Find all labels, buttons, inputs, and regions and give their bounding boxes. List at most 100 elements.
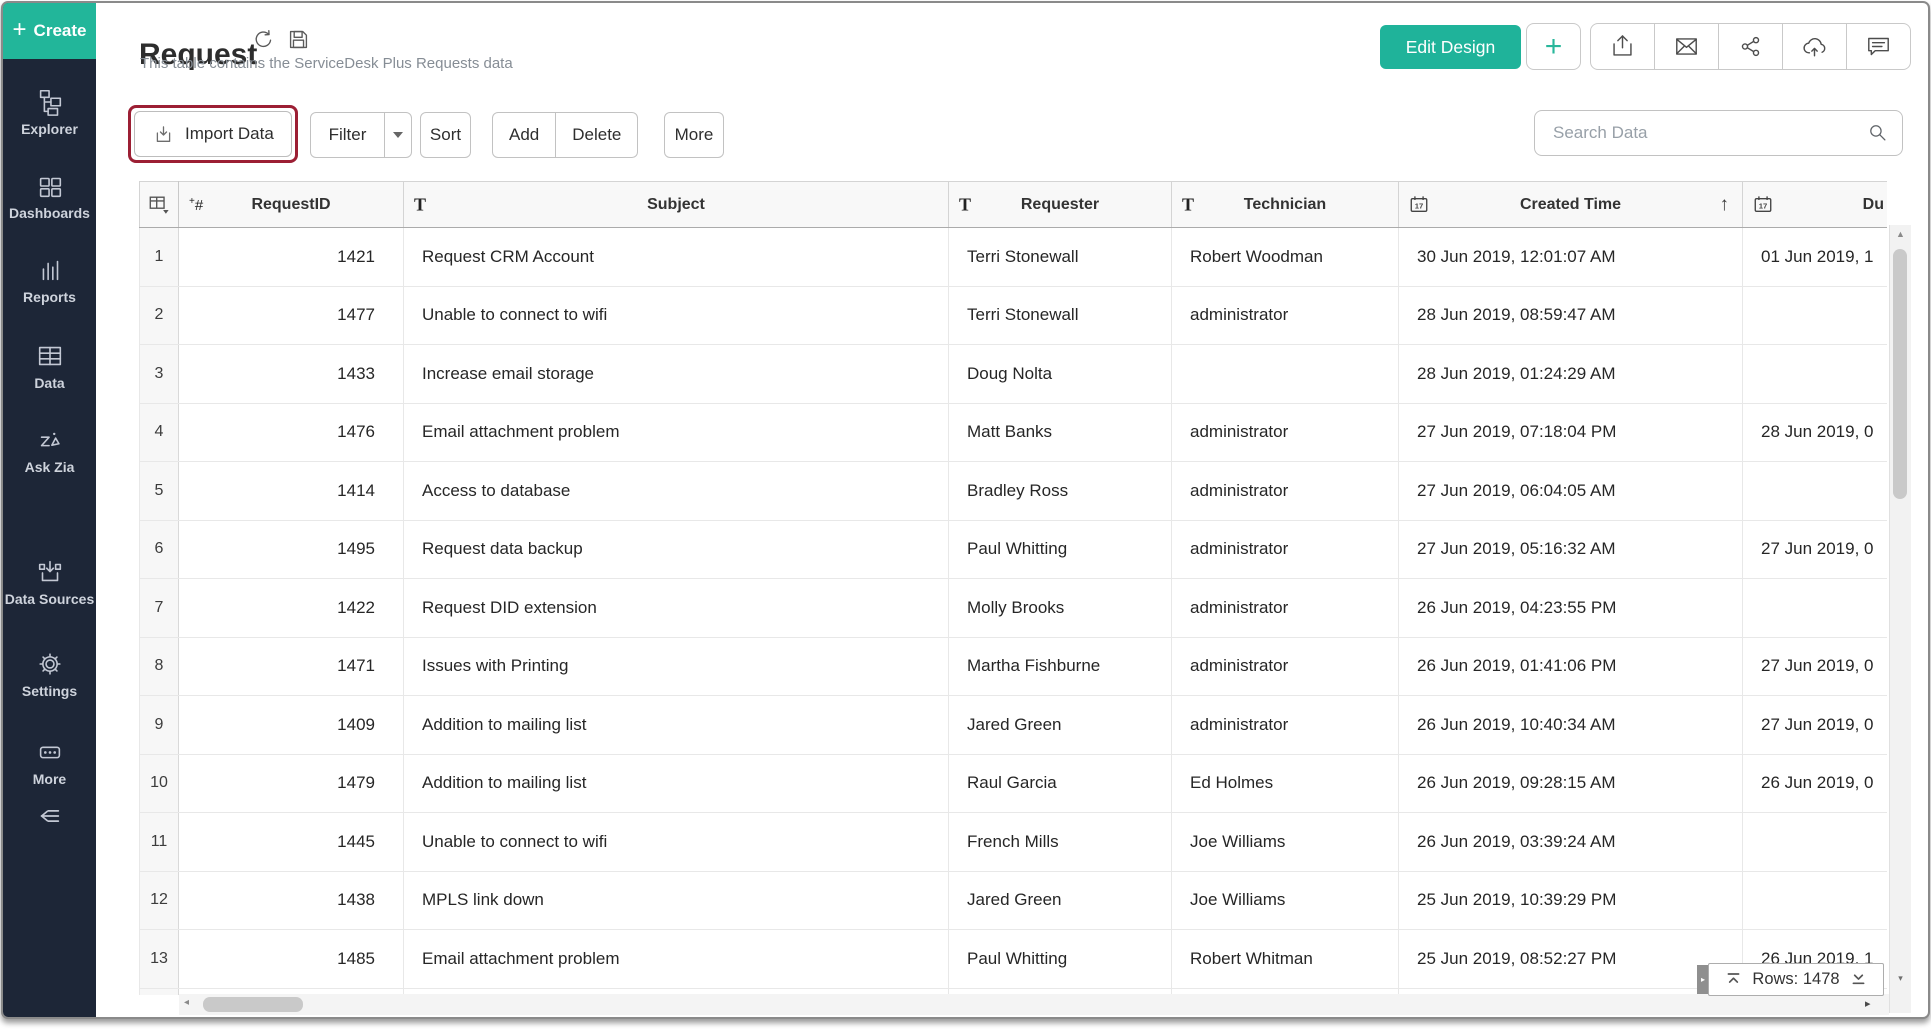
search-icon[interactable] (1867, 122, 1889, 144)
cell-subject[interactable]: Access to database (404, 462, 949, 521)
cell-subject[interactable]: Issues with Printing (404, 637, 949, 696)
cell-subject[interactable]: Addition to mailing list (404, 754, 949, 813)
cell-subject[interactable]: Increase email storage (404, 345, 949, 404)
table-row[interactable]: 11 1445 Unable to connect to wifi French… (140, 813, 1888, 872)
cell-technician[interactable]: Joe Williams (1172, 871, 1399, 930)
cell-requester[interactable]: Jared Green (949, 696, 1172, 755)
row-number-cell[interactable]: 13 (140, 930, 179, 989)
cell-technician[interactable]: administrator (1172, 520, 1399, 579)
cell-requestid[interactable]: 1479 (179, 754, 404, 813)
cell-due-time[interactable] (1743, 871, 1888, 930)
cell-subject[interactable]: MPLS link down (404, 871, 949, 930)
row-number-cell[interactable]: 2 (140, 286, 179, 345)
row-number-cell[interactable]: 1 (140, 228, 179, 287)
search-input[interactable] (1535, 123, 1867, 143)
cell-technician[interactable]: administrator (1172, 579, 1399, 638)
cell-due-time[interactable] (1743, 286, 1888, 345)
scroll-right-arrow-icon[interactable]: ▸ (1865, 997, 1871, 1010)
refresh-button[interactable] (252, 28, 275, 56)
cell-created-time[interactable]: 28 Jun 2019, 01:24:29 AM (1399, 345, 1743, 404)
cell-requestid[interactable]: 1409 (179, 696, 404, 755)
cell-due-time[interactable]: 27 Jun 2019, 0 (1743, 696, 1888, 755)
table-row[interactable]: 5 1414 Access to database Bradley Ross a… (140, 462, 1888, 521)
row-number-cell[interactable]: 6 (140, 520, 179, 579)
cell-subject[interactable]: Request CRM Account (404, 228, 949, 287)
cell-requestid[interactable]: 1445 (179, 813, 404, 872)
cell-created-time[interactable]: 26 Jun 2019, 10:40:34 AM (1399, 696, 1743, 755)
table-row[interactable]: 7 1422 Request DID extension Molly Brook… (140, 579, 1888, 638)
cell-due-time[interactable]: 01 Jun 2019, 1 (1743, 228, 1888, 287)
sidebar-item-more[interactable]: More (3, 737, 96, 787)
cell-requester[interactable]: Terri Stonewall (949, 286, 1172, 345)
cell-requester[interactable]: Terri Stonewall (949, 228, 1172, 287)
cell-created-time[interactable]: 26 Jun 2019, 04:23:55 PM (1399, 579, 1743, 638)
share-button[interactable] (1718, 24, 1782, 69)
cell-due-time[interactable] (1743, 579, 1888, 638)
column-header-requester[interactable]: T Requester (949, 182, 1172, 228)
cell-due-time[interactable]: 27 Jun 2019, 0 (1743, 637, 1888, 696)
email-button[interactable] (1654, 24, 1718, 69)
cell-technician[interactable]: administrator (1172, 462, 1399, 521)
cell-technician[interactable]: Robert Woodman (1172, 228, 1399, 287)
cell-due-time[interactable]: 27 Jun 2019, 0 (1743, 520, 1888, 579)
save-button[interactable] (287, 28, 310, 56)
cell-requestid[interactable]: 1471 (179, 637, 404, 696)
export-button[interactable] (1591, 24, 1654, 69)
row-number-cell[interactable]: 7 (140, 579, 179, 638)
edit-design-button[interactable]: Edit Design (1380, 25, 1521, 69)
comments-button[interactable] (1846, 24, 1910, 69)
cell-technician[interactable]: administrator (1172, 696, 1399, 755)
publish-button[interactable] (1782, 24, 1846, 69)
cell-created-time[interactable]: 25 Jun 2019, 10:39:29 PM (1399, 871, 1743, 930)
table-row[interactable]: 2 1477 Unable to connect to wifi Terri S… (140, 286, 1888, 345)
horizontal-scrollbar-thumb[interactable] (203, 997, 303, 1012)
sidebar-item-explorer[interactable]: Explorer (3, 87, 96, 137)
cell-requestid[interactable]: 1414 (179, 462, 404, 521)
cell-requester[interactable]: Paul Whitting (949, 930, 1172, 989)
cell-requestid[interactable]: 1421 (179, 228, 404, 287)
cell-subject[interactable]: Email attachment problem (404, 930, 949, 989)
cell-technician[interactable]: Ed Holmes (1172, 754, 1399, 813)
cell-requestid[interactable]: 1422 (179, 579, 404, 638)
column-header-requestid[interactable]: +# RequestID (179, 182, 404, 228)
filter-button[interactable]: Filter (310, 112, 412, 158)
cell-created-time[interactable]: 27 Jun 2019, 06:04:05 AM (1399, 462, 1743, 521)
column-header-subject[interactable]: T Subject (404, 182, 949, 228)
cell-technician[interactable]: administrator (1172, 403, 1399, 462)
import-data-button[interactable]: Import Data (134, 111, 292, 157)
row-number-cell[interactable]: 4 (140, 403, 179, 462)
cell-created-time[interactable]: 26 Jun 2019, 09:28:15 AM (1399, 754, 1743, 813)
cell-due-time[interactable] (1743, 345, 1888, 404)
horizontal-scrollbar[interactable]: ◂ (179, 994, 1889, 1015)
cell-technician[interactable]: administrator (1172, 637, 1399, 696)
sidebar-item-data[interactable]: Data (3, 341, 96, 391)
add-new-button[interactable]: + (1526, 23, 1581, 70)
cell-subject[interactable]: Addition to mailing list (404, 696, 949, 755)
column-header-due[interactable]: 17 Du (1743, 182, 1888, 228)
cell-requestid[interactable]: 1485 (179, 930, 404, 989)
sidebar-item-dashboards[interactable]: Dashboards (3, 171, 96, 221)
cell-requester[interactable]: Molly Brooks (949, 579, 1172, 638)
delete-button[interactable]: Delete (555, 113, 637, 157)
row-number-cell[interactable]: 14 (140, 988, 179, 995)
cell-due-time[interactable] (1743, 813, 1888, 872)
cell-created-time[interactable]: 26 Jun 2019, 03:39:24 AM (1399, 813, 1743, 872)
cell-requestid[interactable]: 1433 (179, 345, 404, 404)
cell-subject[interactable]: Request DID extension (404, 579, 949, 638)
vertical-scrollbar[interactable]: ▲ ▾ (1889, 225, 1911, 1013)
sort-button[interactable]: Sort (420, 112, 471, 158)
cell-created-time[interactable]: 27 Jun 2019, 07:18:04 PM (1399, 403, 1743, 462)
sidebar-item-data-sources[interactable]: Data Sources (3, 557, 96, 607)
cell-subject[interactable]: Request data backup (404, 520, 949, 579)
table-row[interactable]: 10 1479 Addition to mailing list Raul Ga… (140, 754, 1888, 813)
cell-subject[interactable]: Unable to connect to wifi (404, 813, 949, 872)
table-row[interactable]: 6 1495 Request data backup Paul Whitting… (140, 520, 1888, 579)
row-number-cell[interactable]: 12 (140, 871, 179, 930)
scroll-left-arrow-icon[interactable]: ◂ (184, 997, 189, 1008)
cell-created-time[interactable]: 27 Jun 2019, 05:16:32 AM (1399, 520, 1743, 579)
cell-requester[interactable]: Jared Green (949, 871, 1172, 930)
vertical-scrollbar-thumb[interactable] (1893, 249, 1907, 499)
cell-requester[interactable]: Doug Nolta (949, 345, 1172, 404)
cell-created-time[interactable]: 30 Jun 2019, 12:01:07 AM (1399, 228, 1743, 287)
cell-created-time[interactable]: 26 Jun 2019, 01:41:06 PM (1399, 637, 1743, 696)
